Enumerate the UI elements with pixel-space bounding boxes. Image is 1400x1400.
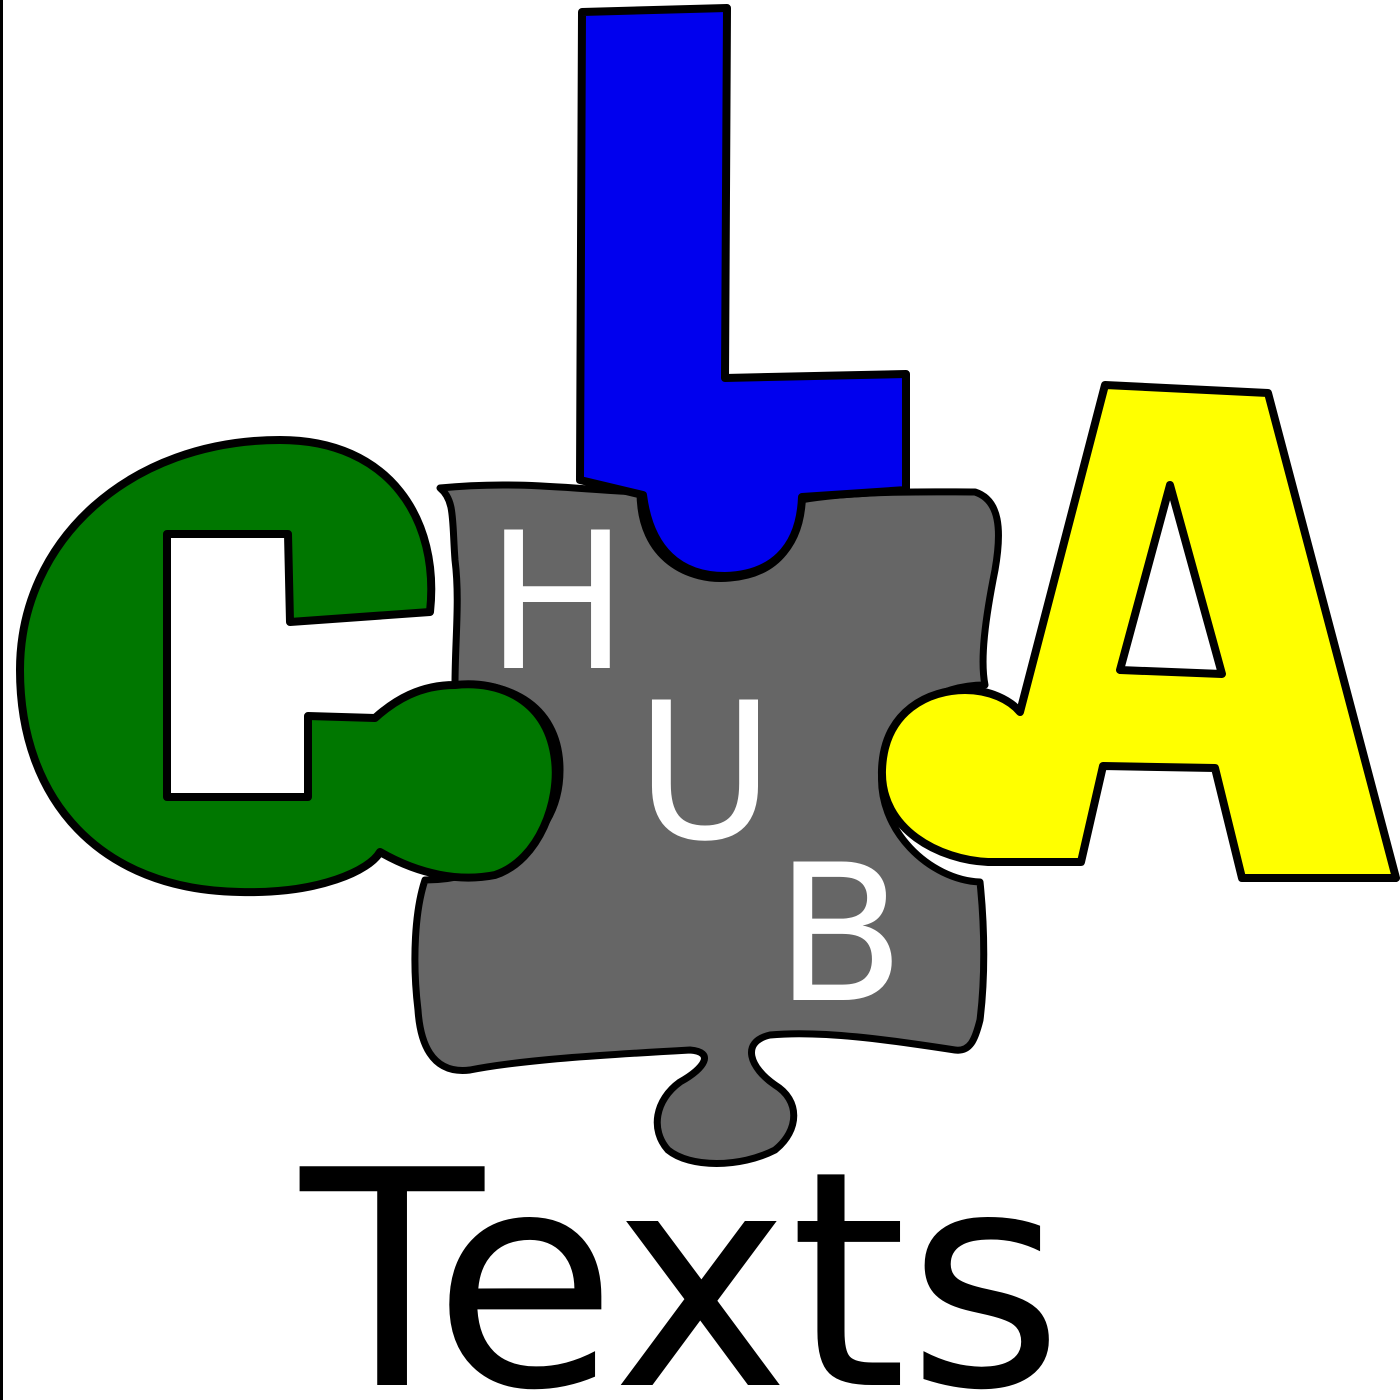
l-puzzle-piece [576,4,910,580]
hub-letter-u: U [635,662,774,883]
hub-letter-h: H [486,492,629,713]
caption-texts: Texts [296,1107,1064,1400]
cla-hub-logo: H U B Texts [16,4,1400,1400]
hub-letter-b: B [775,824,905,1045]
